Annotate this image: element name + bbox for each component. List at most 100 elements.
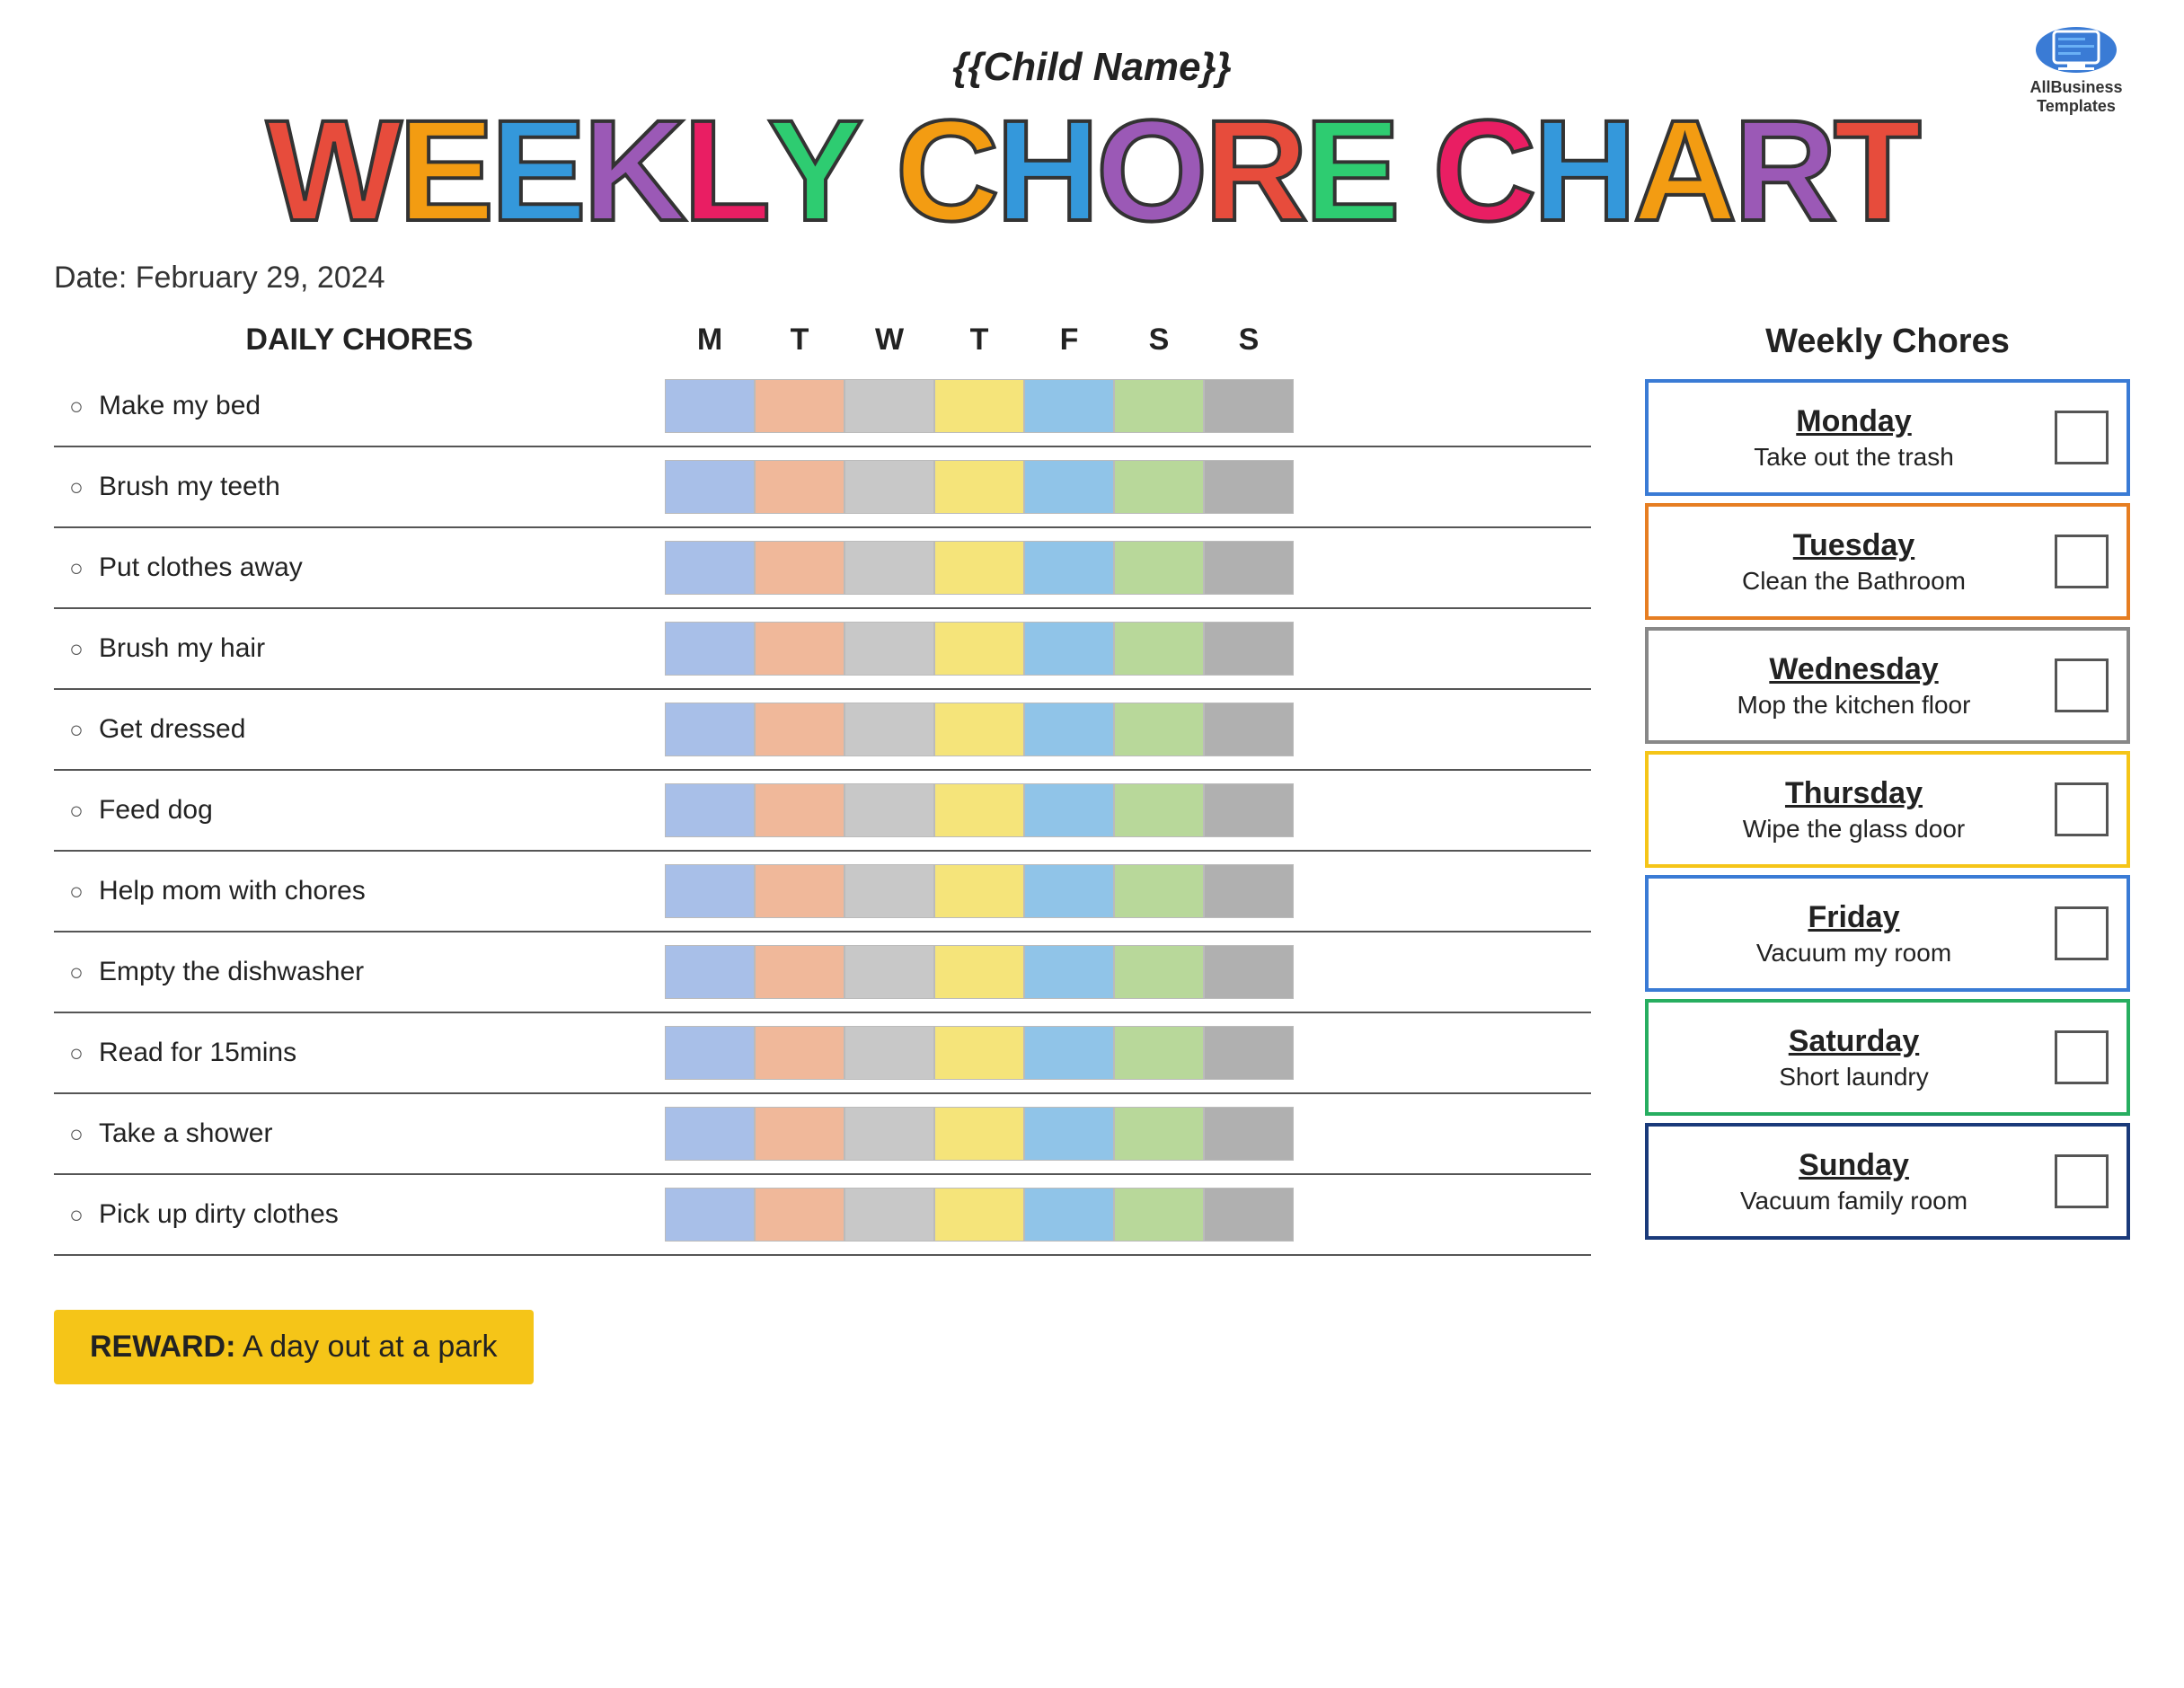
day-box[interactable] bbox=[1114, 783, 1204, 837]
day-box[interactable] bbox=[755, 460, 844, 514]
day-box[interactable] bbox=[934, 703, 1024, 756]
day-box[interactable] bbox=[1024, 460, 1114, 514]
day-box[interactable] bbox=[1204, 622, 1294, 676]
day-box[interactable] bbox=[1024, 541, 1114, 595]
day-box[interactable] bbox=[934, 1026, 1024, 1080]
day-box[interactable] bbox=[1114, 379, 1204, 433]
day-box[interactable] bbox=[1114, 460, 1204, 514]
day-box[interactable] bbox=[1024, 379, 1114, 433]
weekly-day: Friday bbox=[1667, 900, 2041, 935]
day-box[interactable] bbox=[755, 541, 844, 595]
day-box[interactable] bbox=[934, 379, 1024, 433]
day-box[interactable] bbox=[934, 1188, 1024, 1242]
day-box[interactable] bbox=[844, 1188, 934, 1242]
weekly-checkbox[interactable] bbox=[2055, 658, 2109, 712]
day-box[interactable] bbox=[1204, 783, 1294, 837]
day-box[interactable] bbox=[1114, 1188, 1204, 1242]
weekly-checkbox[interactable] bbox=[2055, 1030, 2109, 1084]
day-box[interactable] bbox=[844, 864, 934, 918]
day-box[interactable] bbox=[844, 379, 934, 433]
day-box[interactable] bbox=[934, 945, 1024, 999]
day-box[interactable] bbox=[1204, 864, 1294, 918]
chore-row: ○ Brush my hair bbox=[54, 609, 1591, 690]
day-box[interactable] bbox=[844, 703, 934, 756]
day-box[interactable] bbox=[1204, 1026, 1294, 1080]
weekly-checkbox[interactable] bbox=[2055, 411, 2109, 464]
day-box[interactable] bbox=[1114, 945, 1204, 999]
weekly-checkbox[interactable] bbox=[2055, 782, 2109, 836]
day-box[interactable] bbox=[755, 1026, 844, 1080]
weekly-item-wednesday: Wednesday Mop the kitchen floor bbox=[1645, 627, 2130, 744]
weekly-chores-title: Weekly Chores bbox=[1645, 323, 2130, 361]
day-box[interactable] bbox=[1114, 703, 1204, 756]
title-word-chore: C H O R E bbox=[896, 99, 1397, 243]
weekly-checkbox[interactable] bbox=[2055, 535, 2109, 588]
day-box[interactable] bbox=[755, 864, 844, 918]
day-box[interactable] bbox=[1204, 1107, 1294, 1161]
day-box[interactable] bbox=[665, 460, 755, 514]
day-box[interactable] bbox=[665, 864, 755, 918]
day-box[interactable] bbox=[934, 622, 1024, 676]
day-box[interactable] bbox=[844, 783, 934, 837]
day-box[interactable] bbox=[755, 945, 844, 999]
day-box[interactable] bbox=[1204, 541, 1294, 595]
day-box[interactable] bbox=[665, 622, 755, 676]
chore-name: Empty the dishwasher bbox=[99, 957, 665, 987]
day-box[interactable] bbox=[1024, 1107, 1114, 1161]
day-box[interactable] bbox=[1024, 622, 1114, 676]
chore-name: Make my bed bbox=[99, 391, 665, 421]
day-box[interactable] bbox=[1204, 460, 1294, 514]
chore-boxes bbox=[665, 1026, 1294, 1080]
day-box[interactable] bbox=[844, 1107, 934, 1161]
day-box[interactable] bbox=[1024, 783, 1114, 837]
day-box[interactable] bbox=[665, 703, 755, 756]
day-box[interactable] bbox=[934, 460, 1024, 514]
day-box[interactable] bbox=[844, 460, 934, 514]
chore-row: ○ Read for 15mins bbox=[54, 1013, 1591, 1094]
day-box[interactable] bbox=[1024, 703, 1114, 756]
logo-circle bbox=[2036, 27, 2117, 73]
day-box[interactable] bbox=[1024, 945, 1114, 999]
day-box[interactable] bbox=[1204, 703, 1294, 756]
weekly-checkbox[interactable] bbox=[2055, 906, 2109, 960]
chore-row: ○ Get dressed bbox=[54, 690, 1591, 771]
day-box[interactable] bbox=[1204, 945, 1294, 999]
day-box[interactable] bbox=[755, 1107, 844, 1161]
day-box[interactable] bbox=[665, 541, 755, 595]
day-box[interactable] bbox=[1024, 1188, 1114, 1242]
chore-boxes bbox=[665, 541, 1294, 595]
day-box[interactable] bbox=[665, 783, 755, 837]
day-box[interactable] bbox=[934, 541, 1024, 595]
day-box[interactable] bbox=[1024, 1026, 1114, 1080]
day-box[interactable] bbox=[1114, 1026, 1204, 1080]
day-box[interactable] bbox=[665, 945, 755, 999]
day-box[interactable] bbox=[1204, 379, 1294, 433]
day-box[interactable] bbox=[1204, 1188, 1294, 1242]
chore-name: Brush my teeth bbox=[99, 472, 665, 502]
day-box[interactable] bbox=[934, 783, 1024, 837]
day-box[interactable] bbox=[1114, 1107, 1204, 1161]
day-box[interactable] bbox=[665, 1188, 755, 1242]
day-box[interactable] bbox=[755, 1188, 844, 1242]
day-box[interactable] bbox=[665, 379, 755, 433]
day-box[interactable] bbox=[844, 622, 934, 676]
day-box[interactable] bbox=[1024, 864, 1114, 918]
day-box[interactable] bbox=[934, 864, 1024, 918]
day-box[interactable] bbox=[844, 541, 934, 595]
day-box[interactable] bbox=[755, 379, 844, 433]
day-box[interactable] bbox=[934, 1107, 1024, 1161]
day-box[interactable] bbox=[844, 1026, 934, 1080]
day-box[interactable] bbox=[665, 1107, 755, 1161]
day-box[interactable] bbox=[755, 703, 844, 756]
day-box[interactable] bbox=[755, 783, 844, 837]
day-box[interactable] bbox=[1114, 622, 1204, 676]
day-box[interactable] bbox=[1114, 864, 1204, 918]
day-box[interactable] bbox=[665, 1026, 755, 1080]
day-box[interactable] bbox=[844, 945, 934, 999]
chore-row: ○ Take a shower bbox=[54, 1094, 1591, 1175]
day-box[interactable] bbox=[755, 622, 844, 676]
day-box[interactable] bbox=[1114, 541, 1204, 595]
weekly-checkbox[interactable] bbox=[2055, 1154, 2109, 1208]
chore-name: Help mom with chores bbox=[99, 876, 665, 906]
reward-label: REWARD: bbox=[90, 1330, 235, 1364]
